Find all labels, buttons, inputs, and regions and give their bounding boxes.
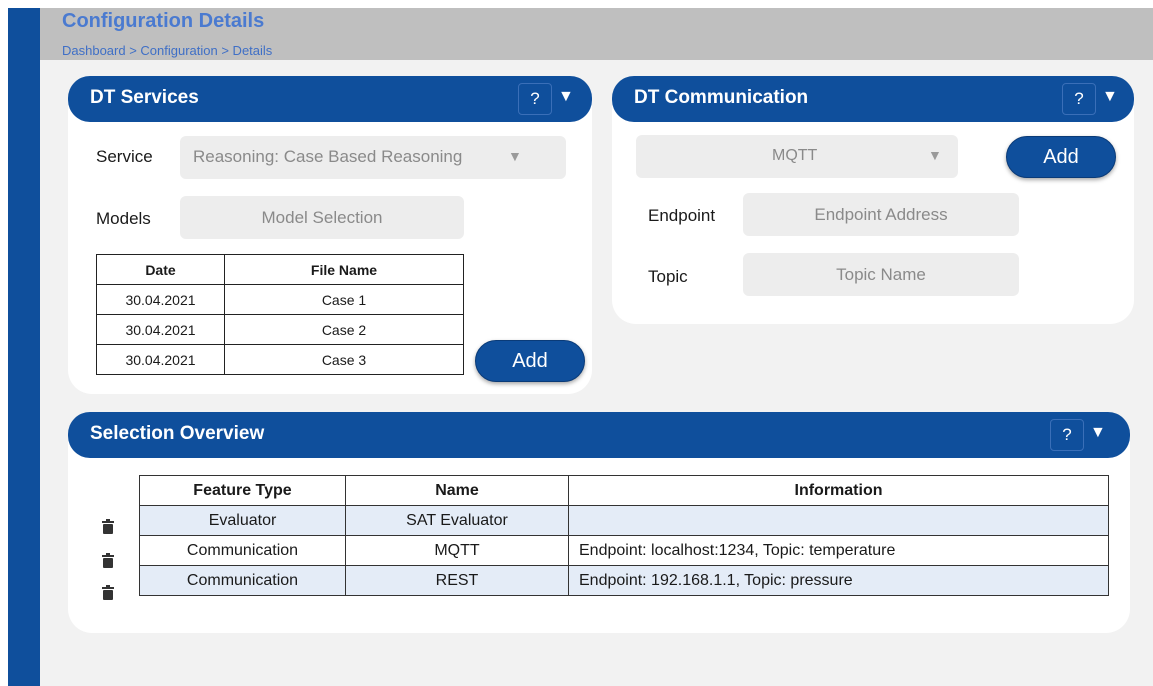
model-selection-input[interactable]: Model Selection xyxy=(180,196,464,239)
date-cell: 30.04.2021 xyxy=(96,314,225,345)
protocol-select[interactable]: MQTT ▼ xyxy=(636,135,958,178)
selection-overview-title: Selection Overview xyxy=(90,423,265,444)
name-cell: MQTT xyxy=(345,535,569,566)
file-name-cell: Case 1 xyxy=(224,284,464,315)
breadcrumb[interactable]: Dashboard > Configuration > Details xyxy=(62,43,272,58)
selection-overview-help-button[interactable]: ? xyxy=(1050,419,1084,451)
table-header-row: Date File Name xyxy=(96,254,464,285)
endpoint-label: Endpoint xyxy=(648,206,716,225)
selection-overview-header: Selection Overview ? ▼ xyxy=(68,412,1130,458)
table-row[interactable]: Communication REST Endpoint: 192.168.1.1… xyxy=(139,565,1109,596)
chevron-down-icon[interactable]: ▼ xyxy=(1102,88,1118,106)
trash-icon[interactable] xyxy=(102,519,114,534)
table-row[interactable]: 30.04.2021 Case 2 xyxy=(96,314,464,345)
chevron-down-icon[interactable]: ▼ xyxy=(558,88,574,106)
name-cell: REST xyxy=(345,565,569,596)
date-cell: 30.04.2021 xyxy=(96,344,225,375)
dropdown-arrow-icon: ▼ xyxy=(928,147,942,163)
table-row[interactable]: 30.04.2021 Case 3 xyxy=(96,344,464,375)
table-header-row: Feature Type Name Information xyxy=(139,475,1109,506)
selection-overview-table: Feature Type Name Information Evaluator … xyxy=(139,475,1109,596)
add-model-button[interactable]: Add xyxy=(475,340,585,382)
endpoint-address-input[interactable]: Endpoint Address xyxy=(743,193,1019,236)
topic-label: Topic xyxy=(648,267,688,286)
dropdown-arrow-icon: ▼ xyxy=(508,148,522,164)
models-label: Models xyxy=(96,209,151,228)
add-communication-button[interactable]: Add xyxy=(1006,136,1116,178)
page-title: Configuration Details xyxy=(62,10,265,32)
information-cell: Endpoint: 192.168.1.1, Topic: pressure xyxy=(568,565,1109,596)
service-label: Service xyxy=(96,147,153,166)
column-header-date: Date xyxy=(96,254,225,285)
dt-communication-title: DT Communication xyxy=(634,87,809,108)
chevron-down-icon[interactable]: ▼ xyxy=(1090,424,1106,442)
column-header-feature-type: Feature Type xyxy=(139,475,346,506)
name-cell: SAT Evaluator xyxy=(345,505,569,536)
dt-communication-help-button[interactable]: ? xyxy=(1062,83,1096,115)
models-table: Date File Name 30.04.2021 Case 1 30.04.2… xyxy=(96,254,464,375)
dt-services-title: DT Services xyxy=(90,87,199,108)
table-row[interactable]: Evaluator SAT Evaluator xyxy=(139,505,1109,536)
service-select[interactable]: Reasoning: Case Based Reasoning ▼ xyxy=(180,136,566,179)
topic-name-input[interactable]: Topic Name xyxy=(743,253,1019,296)
feature-type-cell: Evaluator xyxy=(139,505,346,536)
feature-type-cell: Communication xyxy=(139,565,346,596)
protocol-select-value: MQTT xyxy=(772,147,818,164)
dt-services-header: DT Services ? ▼ xyxy=(68,76,592,122)
column-header-information: Information xyxy=(568,475,1109,506)
file-name-cell: Case 3 xyxy=(224,344,464,375)
column-header-name: Name xyxy=(345,475,569,506)
file-name-cell: Case 2 xyxy=(224,314,464,345)
table-row[interactable]: 30.04.2021 Case 1 xyxy=(96,284,464,315)
service-select-value: Reasoning: Case Based Reasoning xyxy=(193,147,463,166)
information-cell xyxy=(568,505,1109,536)
trash-icon[interactable] xyxy=(102,553,114,568)
table-row[interactable]: Communication MQTT Endpoint: localhost:1… xyxy=(139,535,1109,566)
feature-type-cell: Communication xyxy=(139,535,346,566)
side-nav-bar xyxy=(8,8,40,686)
information-cell: Endpoint: localhost:1234, Topic: tempera… xyxy=(568,535,1109,566)
date-cell: 30.04.2021 xyxy=(96,284,225,315)
dt-communication-header: DT Communication ? ▼ xyxy=(612,76,1134,122)
dt-services-help-button[interactable]: ? xyxy=(518,83,552,115)
column-header-file-name: File Name xyxy=(224,254,464,285)
trash-icon[interactable] xyxy=(102,585,114,600)
